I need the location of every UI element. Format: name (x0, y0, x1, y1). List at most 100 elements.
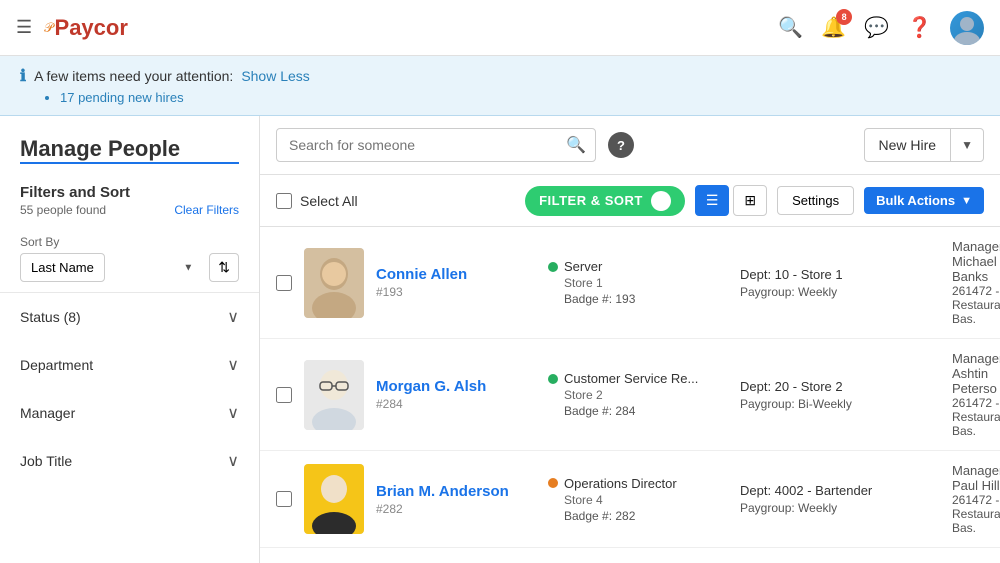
help-circle-icon[interactable]: ? (608, 132, 634, 158)
new-hire-dropdown-icon: ▼ (951, 130, 983, 160)
search-icon[interactable]: 🔍 (778, 15, 803, 40)
select-all-label: Select All (300, 193, 358, 209)
manager-name: Manager: Michael Banks (952, 239, 1000, 284)
hamburger-icon[interactable]: ☰ (16, 17, 32, 38)
help-icon[interactable]: ❓ (907, 15, 932, 40)
person-manager: Manager: Michael Banks 261472 - Restaura… (952, 239, 1000, 326)
filter-status[interactable]: Status (8) ∨ (0, 293, 259, 341)
people-list: Connie Allen #193 Server Store 1 Badge #… (260, 227, 1000, 563)
notification-text: A few items need your attention: (34, 68, 233, 84)
clear-filters-link[interactable]: Clear Filters (174, 203, 239, 217)
list-view-button[interactable]: ☰ (695, 185, 730, 216)
person-name[interactable]: Connie Allen (376, 266, 536, 283)
person-avatar (304, 464, 364, 534)
person-id: #284 (376, 397, 536, 411)
paygroup-line: Paygroup: Weekly (740, 501, 940, 515)
status-dot (548, 478, 558, 488)
content-area: 🔍 ? New Hire ▼ Select All FILTER & SORT … (260, 116, 1000, 563)
person-manager: Manager: Ashtin Peterso 261472 - Restaur… (952, 351, 1000, 438)
sort-direction-button[interactable]: ⇅ (209, 253, 239, 282)
filter-department[interactable]: Department ∨ (0, 341, 259, 389)
chevron-down-icon: ∨ (227, 355, 239, 375)
status-dot (548, 262, 558, 272)
chevron-down-icon: ∨ (227, 307, 239, 327)
view-toggle: ☰ ⊞ (695, 185, 767, 216)
sort-select[interactable]: Last Name (20, 253, 105, 282)
sidebar-header: Manage People (0, 116, 259, 172)
manager-name: Manager: Ashtin Peterso (952, 351, 1000, 396)
notification-list: 17 pending new hires (60, 90, 980, 105)
person-checkbox[interactable] (276, 275, 292, 291)
role-store: Store 2 (564, 388, 728, 402)
header-actions: 🔍 🔔 8 💬 ❓ (778, 11, 984, 45)
logo-swoosh-icon: 𝒫 (44, 20, 53, 36)
manager-extra: 261472 - Restaurant Bas. (952, 396, 1000, 438)
filter-job-title[interactable]: Job Title ∨ (0, 437, 259, 485)
notification-item[interactable]: 17 pending new hires (60, 90, 980, 105)
dept-line: Dept: 20 - Store 2 (740, 379, 940, 394)
settings-button[interactable]: Settings (777, 186, 854, 215)
person-dept: Dept: 4002 - Bartender Paygroup: Weekly (740, 483, 940, 515)
new-hire-label: New Hire (865, 129, 952, 161)
chat-icon[interactable]: 💬 (864, 15, 889, 40)
role-title: Customer Service Re... (564, 371, 698, 386)
badge-number: Badge #: 282 (564, 509, 728, 523)
person-id: #282 (376, 502, 536, 516)
person-row: Ron Arker #147 Fund Raising Coordin... S… (260, 548, 1000, 563)
grid-view-button[interactable]: ⊞ (733, 185, 767, 216)
bell-badge: 8 (836, 9, 852, 25)
role-store: Store 1 (564, 276, 728, 290)
manager-name: Manager: Paul Hill (952, 463, 1000, 493)
person-checkbox[interactable] (276, 387, 292, 403)
role-title: Operations Director (564, 476, 677, 491)
person-row: Connie Allen #193 Server Store 1 Badge #… (260, 227, 1000, 339)
person-role: Customer Service Re... Store 2 Badge #: … (548, 371, 728, 418)
bulk-actions-label: Bulk Actions (876, 193, 955, 208)
chevron-down-icon: ∨ (227, 403, 239, 423)
sort-section: Sort By Last Name ⇅ (0, 225, 259, 292)
search-input[interactable] (276, 128, 596, 162)
app-logo: 𝒫 Paycor (44, 15, 128, 41)
person-avatar (304, 248, 364, 318)
person-dept: Dept: 10 - Store 1 Paygroup: Weekly (740, 267, 940, 299)
person-role: Server Store 1 Badge #: 193 (548, 259, 728, 306)
logo-text: Paycor (55, 15, 128, 41)
filter-manager[interactable]: Manager ∨ (0, 389, 259, 437)
sidebar: Manage People Filters and Sort 55 people… (0, 116, 260, 563)
toggle-indicator (651, 191, 671, 211)
status-dot (548, 374, 558, 384)
filter-dept-label: Department (20, 357, 93, 373)
filter-sections: Status (8) ∨ Department ∨ Manager ∨ Job … (0, 292, 259, 485)
notification-bar: ℹ A few items need your attention: Show … (0, 56, 1000, 116)
app-header: ☰ 𝒫 Paycor 🔍 🔔 8 💬 ❓ (0, 0, 1000, 56)
filter-sort-toggle[interactable]: FILTER & SORT (525, 186, 685, 216)
avatar[interactable] (950, 11, 984, 45)
role-title: Server (564, 259, 602, 274)
manager-extra: 261472 - Restaurant Bas. (952, 284, 1000, 326)
sort-by-label: Sort By (20, 235, 239, 249)
filter-job-title-label: Job Title (20, 453, 72, 469)
person-role: Operations Director Store 4 Badge #: 282 (548, 476, 728, 523)
main-layout: Manage People Filters and Sort 55 people… (0, 116, 1000, 563)
badge-number: Badge #: 284 (564, 404, 728, 418)
person-name[interactable]: Morgan G. Alsh (376, 378, 536, 395)
bell-icon[interactable]: 🔔 8 (821, 15, 846, 40)
new-hire-button[interactable]: New Hire ▼ (864, 128, 984, 162)
person-checkbox[interactable] (276, 491, 292, 507)
person-info: Connie Allen #193 (376, 266, 536, 299)
bulk-actions-button[interactable]: Bulk Actions ▼ (864, 187, 984, 214)
show-less-link[interactable]: Show Less (241, 68, 309, 84)
person-name[interactable]: Brian M. Anderson (376, 483, 536, 500)
filter-status-label: Status (8) (20, 309, 81, 325)
dept-line: Dept: 10 - Store 1 (740, 267, 940, 282)
select-all-checkbox[interactable] (276, 193, 292, 209)
search-submit-icon[interactable]: 🔍 (566, 135, 586, 155)
person-row: Brian M. Anderson #282 Operations Direct… (260, 451, 1000, 548)
people-count: 55 people found (20, 203, 106, 217)
person-info: Morgan G. Alsh #284 (376, 378, 536, 411)
person-info: Brian M. Anderson #282 (376, 483, 536, 516)
list-toolbar: Select All FILTER & SORT ☰ ⊞ Settings Bu… (260, 175, 1000, 227)
manager-extra: 261472 - Restaurant Bas. (952, 493, 1000, 535)
person-id: #193 (376, 285, 536, 299)
info-icon: ℹ (20, 66, 26, 86)
